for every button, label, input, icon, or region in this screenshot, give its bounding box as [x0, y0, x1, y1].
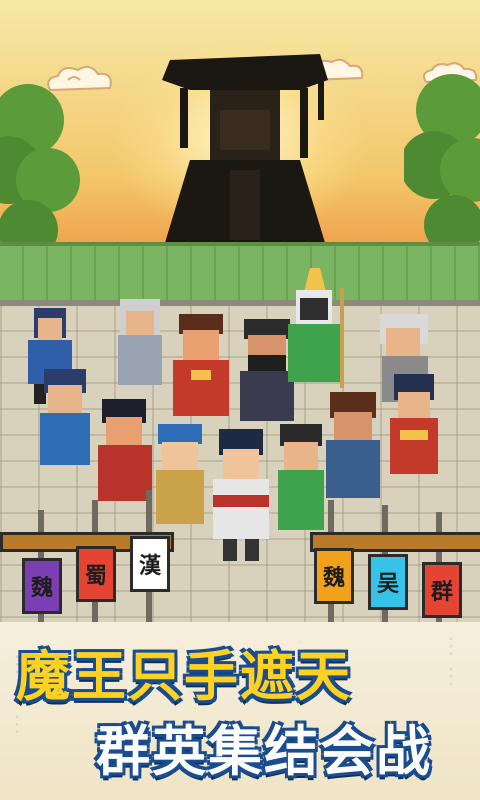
banner-flag: 魏	[22, 558, 62, 614]
banner-flag: 群	[422, 562, 462, 618]
hero-white-hair	[118, 299, 162, 385]
city-wall	[0, 242, 480, 304]
game-promo-screen: 魏 蜀 漢 魏 吴 群 ⋮ ⋮ ⋮ ⋮ ⋮ 魔王只手遮天 群英集结会战	[0, 0, 480, 800]
banner-char: 漢	[138, 553, 161, 579]
hero-center	[213, 429, 269, 561]
banner-flag: 魏	[314, 548, 354, 604]
hero-green-2	[278, 424, 324, 530]
banner-char: 蜀	[84, 563, 107, 589]
hero-young	[156, 424, 204, 524]
banner-char: 魏	[322, 565, 345, 591]
hero-red	[173, 314, 229, 416]
banner-flag: 吴	[368, 554, 408, 610]
warlord-silhouette	[162, 54, 328, 246]
hero-green-gold	[288, 268, 344, 388]
hero-blue-3	[390, 374, 438, 474]
banner-flag: 蜀	[76, 546, 116, 602]
calligraphy-decoration: ⋮ ⋮	[440, 634, 462, 689]
banner-flag: 漢	[130, 536, 170, 592]
banner-char: 魏	[30, 575, 53, 601]
headline-line-2: 群英集结会战	[96, 720, 432, 783]
banner-char: 群	[430, 579, 453, 605]
headline-line-1: 魔王只手遮天	[16, 645, 352, 708]
banner-char: 吴	[376, 571, 399, 597]
